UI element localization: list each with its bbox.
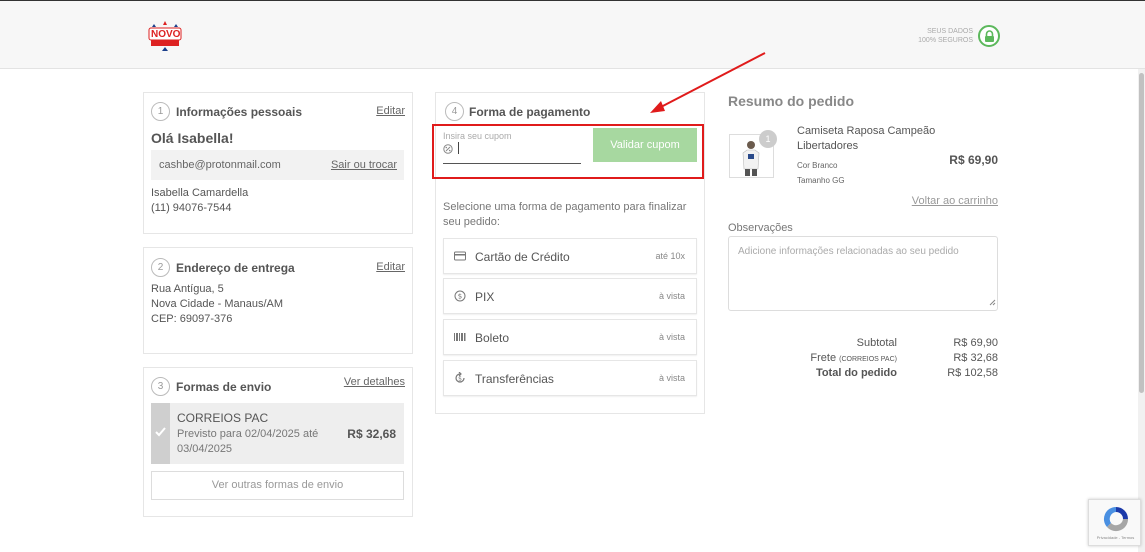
recaptcha-text: Privacidade - Termos <box>1096 535 1135 540</box>
product-price: R$ 69,90 <box>949 153 998 167</box>
subtotal-value: R$ 69,90 <box>953 337 998 349</box>
svg-text:$: $ <box>458 376 462 383</box>
subtotal-label: Subtotal <box>856 337 897 349</box>
lock-icon <box>978 25 1000 47</box>
payment-option-note: à vista <box>658 373 685 383</box>
switch-account-link[interactable]: Sair ou trocar <box>331 159 397 171</box>
product-color: Cor Branco <box>797 161 838 170</box>
shipping-label: Frete <box>810 352 837 364</box>
summary-title: Resumo do pedido <box>728 93 854 109</box>
barcode-icon <box>454 331 466 345</box>
transfer-icon: $ <box>454 371 466 387</box>
recaptcha-icon <box>1103 506 1129 532</box>
payment-option-transfer[interactable]: $ Transferências à vista <box>443 360 697 396</box>
notes-label: Observações <box>728 222 793 234</box>
secure-line2: 100% SEGUROS <box>918 37 973 44</box>
payment-option-boleto[interactable]: Boleto à vista <box>443 319 697 355</box>
shipping-option-desc: Previsto para 02/04/2025 até 03/04/2025 <box>177 428 319 455</box>
email-row: cashbe@protonmail.com Sair ou trocar <box>151 150 404 180</box>
notes-placeholder: Adicione informações relacionadas ao seu… <box>738 246 959 257</box>
step-number: 3 <box>151 377 170 396</box>
recaptcha-badge[interactable]: Privacidade - Termos <box>1088 499 1141 546</box>
logo-text: NOVO <box>151 29 181 40</box>
product-name: Camiseta Raposa Campeão Libertadores <box>797 125 936 152</box>
user-email: cashbe@protonmail.com <box>159 159 281 171</box>
step-number: 2 <box>151 258 170 277</box>
product-size: Tamanho GG <box>797 176 845 185</box>
pix-icon: $ <box>454 290 466 305</box>
payment-option-note: à vista <box>658 332 685 342</box>
payment-option-credit-card[interactable]: Cartão de Crédito até 10x <box>443 238 697 274</box>
shipping-option-price: R$ 32,68 <box>347 427 396 441</box>
scrollbar-thumb[interactable] <box>1139 73 1144 393</box>
user-name: Isabella Camardella <box>151 187 249 199</box>
personal-info-title: Informações pessoais <box>176 105 303 119</box>
order-total-label: Total do pedido <box>815 367 897 379</box>
address-line: Nova Cidade - Manaus/AM <box>151 298 284 310</box>
address-line: Rua Antígua, 5 <box>151 283 224 295</box>
payment-title: Forma de pagamento <box>469 105 591 119</box>
edit-address-link[interactable]: Editar <box>376 261 405 273</box>
shipping-sublabel: (CORREIOS PAC) <box>839 356 897 363</box>
resize-grip-icon[interactable] <box>989 295 996 309</box>
svg-text:$: $ <box>458 293 462 301</box>
shipping-card: 3 Formas de envio Ver detalhes CORREIOS … <box>143 367 413 517</box>
address-title: Endereço de entrega <box>176 261 295 275</box>
check-icon <box>151 403 170 464</box>
product-quantity-badge: 1 <box>759 130 777 148</box>
address-line: CEP: 69097-376 <box>151 313 233 325</box>
shipping-details-link[interactable]: Ver detalhes <box>344 376 405 388</box>
step-number: 1 <box>151 102 170 121</box>
edit-personal-link[interactable]: Editar <box>376 105 405 117</box>
scrollbar[interactable] <box>1138 69 1145 552</box>
payment-intro: Selecione uma forma de pagamento para fi… <box>443 201 687 228</box>
shipping-option-name: CORREIOS PAC <box>177 411 269 425</box>
notes-textarea[interactable]: Adicione informações relacionadas ao seu… <box>728 236 998 311</box>
credit-card-icon <box>454 250 466 264</box>
more-shipping-button[interactable]: Ver outras formas de envio <box>151 471 404 500</box>
greeting: Olá Isabella! <box>151 130 234 146</box>
payment-option-note: à vista <box>658 291 685 301</box>
user-phone: (11) 94076-7544 <box>151 202 232 214</box>
secure-badge: SEUS DADOS 100% SEGUROS <box>905 25 1000 49</box>
address-card: 2 Endereço de entrega Editar Rua Antígua… <box>143 247 413 354</box>
payment-option-label: Boleto <box>475 331 510 345</box>
highlight-box <box>432 124 704 179</box>
header: NOVO SEUS DADOS 100% SEGUROS <box>0 0 1145 69</box>
payment-option-note: até 10x <box>655 251 685 261</box>
payment-option-label: PIX <box>475 290 495 304</box>
shipping-total-label: Frete (CORREIOS PAC) <box>810 352 897 364</box>
payment-option-pix[interactable]: $ PIX à vista <box>443 278 697 314</box>
store-logo[interactable]: NOVO <box>148 21 182 51</box>
shipping-title: Formas de envio <box>176 380 272 394</box>
step-number: 4 <box>445 102 464 121</box>
payment-option-label: Transferências <box>475 372 554 386</box>
order-total-value: R$ 102,58 <box>947 367 998 379</box>
back-to-cart-link[interactable]: Voltar ao carrinho <box>912 195 998 207</box>
shipping-total-value: R$ 32,68 <box>953 352 998 364</box>
shipping-option-selected[interactable]: CORREIOS PAC Previsto para 02/04/2025 at… <box>151 403 404 464</box>
personal-info-card: 1 Informações pessoais Editar Olá Isabel… <box>143 92 413 234</box>
payment-option-label: Cartão de Crédito <box>475 250 570 264</box>
secure-line1: SEUS DADOS <box>927 28 973 35</box>
